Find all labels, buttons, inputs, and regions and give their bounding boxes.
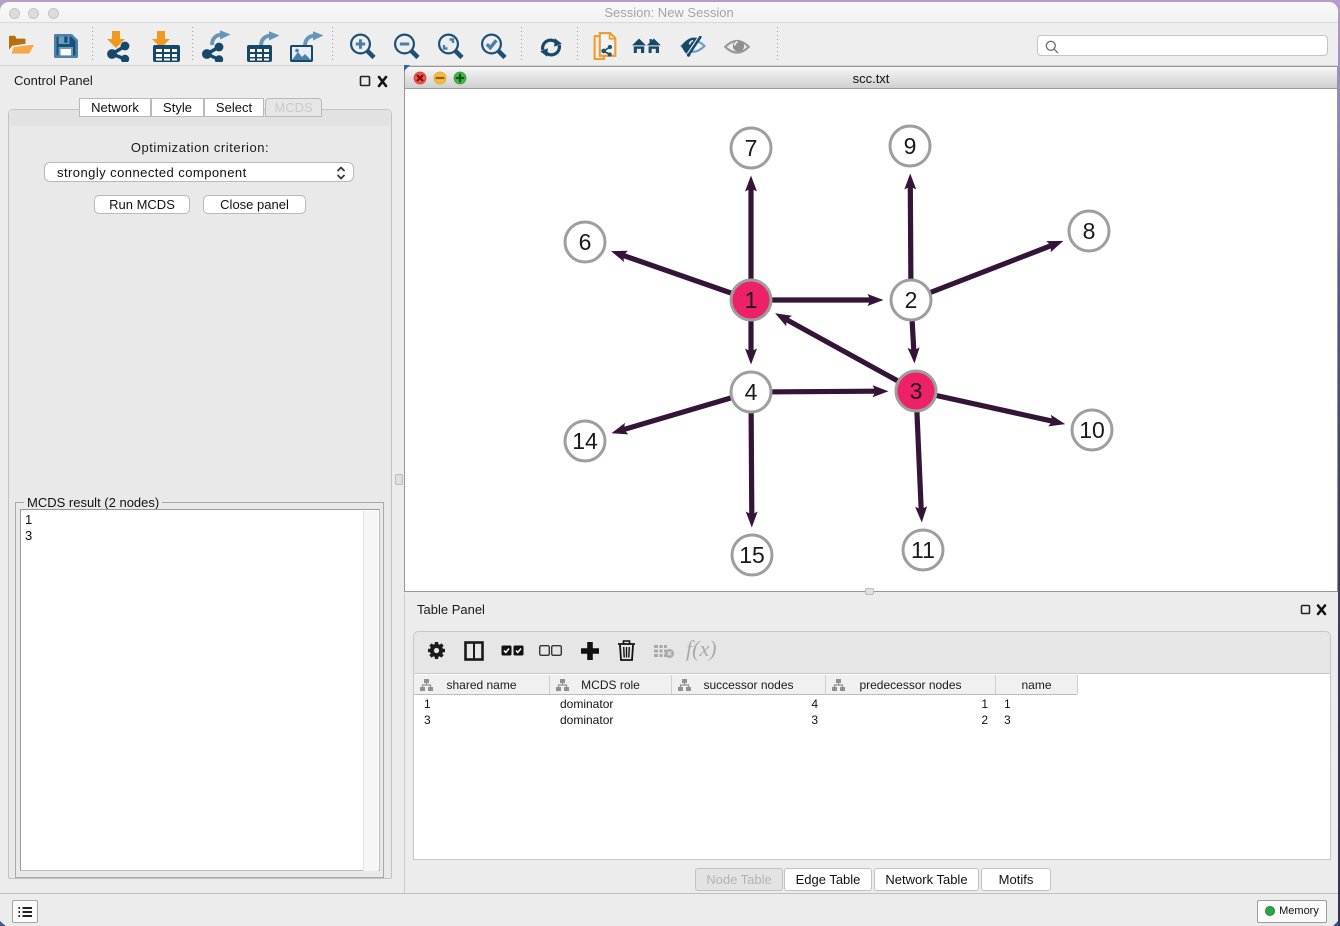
svg-text:6: 6 — [579, 229, 592, 255]
svg-text:7: 7 — [745, 135, 758, 161]
svg-text:3: 3 — [910, 378, 923, 404]
svg-text:10: 10 — [1079, 417, 1105, 443]
svg-text:14: 14 — [572, 428, 598, 454]
svg-text:15: 15 — [739, 542, 765, 568]
svg-text:4: 4 — [745, 379, 758, 405]
svg-text:9: 9 — [904, 133, 917, 159]
svg-text:1: 1 — [745, 287, 758, 313]
svg-text:8: 8 — [1083, 218, 1096, 244]
svg-text:2: 2 — [905, 287, 918, 313]
svg-text:11: 11 — [911, 537, 935, 563]
